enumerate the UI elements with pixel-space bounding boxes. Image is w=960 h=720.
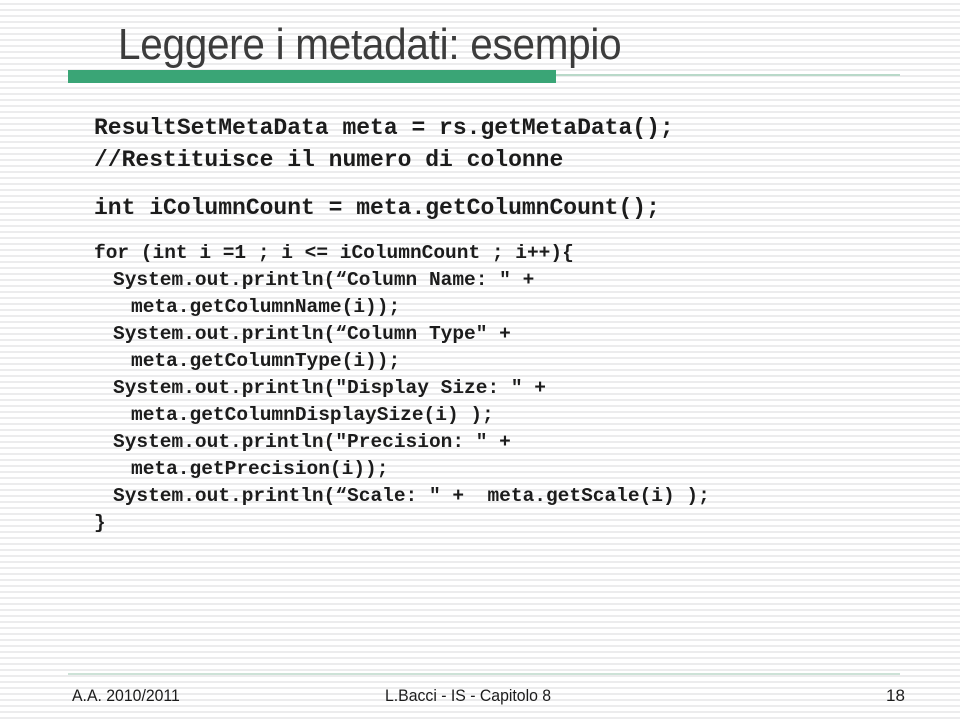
code-block: ResultSetMetaData meta = rs.getMetaData(… bbox=[0, 112, 960, 537]
footer-course-label: L.Bacci - IS - Capitolo 8 bbox=[385, 686, 552, 705]
code-line-get-precision: meta.getPrecision(i)); bbox=[131, 458, 389, 480]
code-line-print-column-name: System.out.println(“Column Name: " + bbox=[113, 269, 535, 291]
code-line-get-column-type: meta.getColumnType(i)); bbox=[131, 350, 401, 372]
code-line-comment: //Restituisce il numero di colonne bbox=[94, 147, 564, 173]
code-line-get-column-name: meta.getColumnName(i)); bbox=[131, 296, 401, 318]
slide-canvas: Leggere i metadati: esempio ResultSetMet… bbox=[0, 0, 960, 720]
slide-title-block: Leggere i metadati: esempio bbox=[0, 18, 960, 76]
footer-page-number: 18 bbox=[886, 686, 905, 705]
code-line-for-loop-close: } bbox=[94, 512, 106, 534]
title-underline-accent-bar bbox=[68, 70, 556, 83]
code-line-print-column-type: System.out.println(“Column Type" + bbox=[113, 323, 511, 345]
code-line-print-display-size: System.out.println("Display Size: " + bbox=[113, 377, 546, 399]
footer-academic-year: A.A. 2010/2011 bbox=[72, 686, 180, 705]
code-spacer bbox=[0, 224, 960, 240]
slide-footer: A.A. 2010/2011 L.Bacci - IS - Capitolo 8… bbox=[0, 686, 960, 714]
code-line-declaration: ResultSetMetaData meta = rs.getMetaData(… bbox=[94, 115, 674, 141]
footer-divider bbox=[68, 673, 900, 675]
code-line-for-loop-open: for (int i =1 ; i <= iColumnCount ; i++)… bbox=[94, 242, 574, 264]
code-line-print-scale: System.out.println(“Scale: " + meta.getS… bbox=[113, 485, 710, 507]
code-line-print-precision: System.out.println("Precision: " + bbox=[113, 431, 511, 453]
code-line-get-display-size: meta.getColumnDisplaySize(i) ); bbox=[131, 404, 494, 426]
code-spacer bbox=[0, 176, 960, 192]
page-title: Leggere i metadati: esempio bbox=[118, 20, 622, 69]
code-line-column-count: int iColumnCount = meta.getColumnCount()… bbox=[94, 195, 660, 221]
